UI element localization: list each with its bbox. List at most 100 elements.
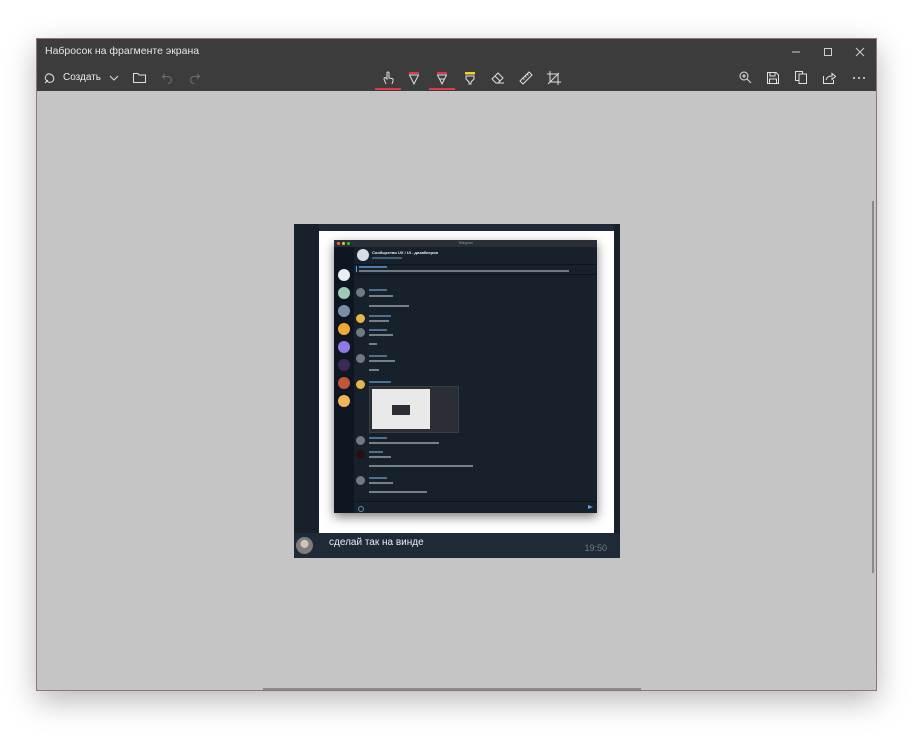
zoom-button[interactable] (733, 64, 757, 91)
message (356, 288, 593, 312)
message-author (369, 289, 387, 291)
message-author (369, 329, 387, 331)
crop-icon (547, 70, 561, 85)
member-count (372, 257, 402, 259)
pencil-active-indicator (429, 88, 455, 90)
message-text (369, 369, 379, 371)
message-quote (369, 482, 393, 484)
message-text (369, 343, 377, 345)
message-author (369, 381, 391, 383)
redo-button[interactable] (185, 64, 205, 91)
close-button[interactable] (844, 39, 876, 64)
message-avatar (356, 314, 365, 323)
more-icon (853, 76, 865, 79)
chat-name: Сообщество UX / UI - дизайнеров (372, 250, 438, 255)
chat-avatar (338, 269, 350, 281)
crop-button[interactable] (541, 64, 567, 91)
sketch-canvas[interactable]: Telegram Сообщество UX / UI - дизайнеров (37, 91, 876, 690)
message-quote (369, 456, 391, 458)
ballpoint-pen-button[interactable] (401, 64, 427, 91)
message-author (369, 315, 391, 317)
minimize-icon (792, 51, 800, 52)
message-author (369, 437, 387, 439)
message (356, 476, 593, 500)
highlighter-button[interactable] (457, 64, 483, 91)
chat-avatar (338, 323, 350, 335)
pinned-bar (356, 266, 357, 272)
share-button[interactable] (817, 64, 841, 91)
group-avatar (357, 249, 369, 261)
message-avatar (356, 476, 365, 485)
chat-message-time: 19:50 (584, 543, 607, 553)
chat-avatar (338, 305, 350, 317)
highlighter-icon (465, 71, 475, 84)
chat-background-right (614, 224, 620, 534)
touch-writing-button[interactable] (373, 64, 403, 91)
copy-icon (795, 71, 807, 84)
create-label: Создать (63, 72, 102, 83)
message-author (369, 477, 387, 479)
message-text (369, 442, 439, 444)
pinned-title (359, 266, 387, 268)
message-quote (369, 295, 393, 297)
minimize-button[interactable] (780, 39, 812, 64)
undo-icon (161, 73, 172, 84)
telegram-title: Telegram (458, 241, 473, 245)
snip-sketch-window: Набросок на фрагменте экрана Создать Tel… (36, 38, 877, 691)
message-quote (369, 334, 393, 336)
message-text (369, 305, 409, 307)
ruler-icon (519, 70, 533, 85)
pinned-message (354, 264, 597, 275)
eraser-button[interactable] (485, 64, 511, 91)
message-avatar (356, 354, 365, 363)
close-icon (855, 47, 865, 56)
send-icon (588, 505, 593, 509)
create-dropdown[interactable] (105, 64, 123, 91)
eraser-icon (491, 71, 504, 83)
message-author (369, 451, 383, 453)
message-avatar (356, 436, 365, 445)
telegram-titlebar: Telegram (334, 240, 597, 247)
touch-writing-active-indicator (375, 88, 401, 90)
snip-icon (44, 72, 55, 83)
chat-avatar (338, 377, 350, 389)
maximize-icon (824, 47, 832, 56)
message (356, 450, 593, 474)
redo-icon (190, 73, 201, 84)
captured-image: Telegram Сообщество UX / UI - дизайнеров (294, 224, 620, 558)
share-icon (822, 71, 836, 84)
message-avatar (356, 328, 365, 337)
maximize-button[interactable] (812, 39, 844, 64)
zoom-icon (739, 71, 751, 84)
save-button[interactable] (761, 64, 785, 91)
vertical-scrollbar[interactable] (872, 201, 874, 573)
ruler-button[interactable] (513, 64, 539, 91)
copy-button[interactable] (789, 64, 813, 91)
chat-avatar (338, 287, 350, 299)
message (356, 328, 593, 350)
screenshot-preview-window (392, 405, 410, 415)
message-text (369, 465, 473, 467)
more-options-button[interactable] (847, 64, 871, 91)
chat-avatar (338, 341, 350, 353)
message-quote (369, 360, 395, 362)
message (356, 354, 593, 376)
message-text (369, 491, 427, 493)
telegram-message-input (354, 501, 597, 513)
pencil-button[interactable] (427, 64, 457, 91)
message (356, 380, 593, 433)
chat-avatar (338, 359, 350, 371)
horizontal-scrollbar[interactable] (263, 688, 641, 690)
message (356, 314, 593, 326)
telegram-chat-sidebar (334, 247, 354, 513)
open-file-button[interactable] (129, 64, 149, 91)
create-button[interactable]: Создать (43, 64, 113, 91)
chat-message-bubble: сделай так на винде 19:50 (294, 533, 620, 558)
message-text (369, 320, 389, 322)
telegram-messages (356, 276, 593, 501)
pinned-text (359, 270, 569, 272)
undo-button[interactable] (157, 64, 177, 91)
telegram-chat-header: Сообщество UX / UI - дизайнеров (354, 247, 597, 265)
message-avatar (356, 380, 365, 389)
chat-avatar (338, 395, 350, 407)
